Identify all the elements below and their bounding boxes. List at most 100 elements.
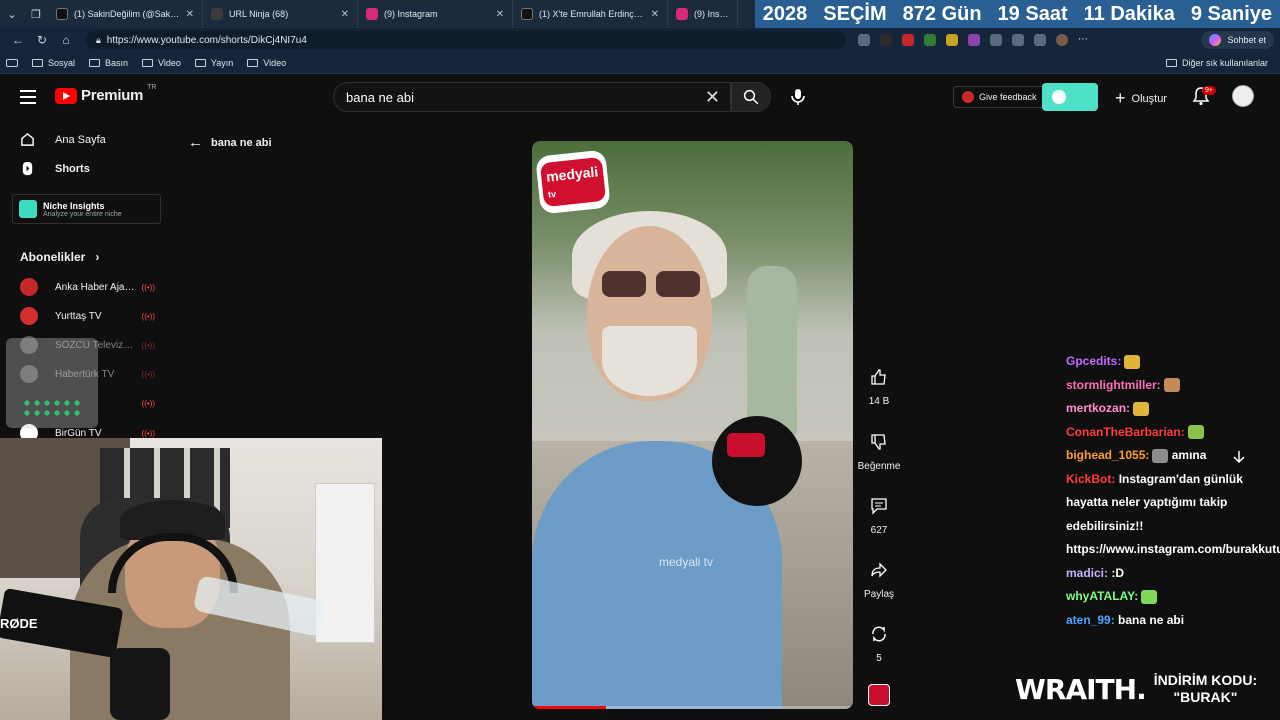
screen: ⌄ ❐ (1) SakinDeğilim (@SakinOlmaBu ✕ URL… bbox=[0, 0, 1280, 720]
notification-count-badge: 9+ bbox=[1202, 86, 1216, 95]
back-to-search-button[interactable]: ← bana ne abi bbox=[188, 134, 272, 151]
chat-username[interactable]: KickBot: bbox=[1066, 472, 1115, 486]
chat-username[interactable]: whyATALAY: bbox=[1066, 589, 1138, 603]
comment-count: 627 bbox=[870, 525, 888, 536]
extension-icon[interactable] bbox=[858, 34, 870, 46]
search-input[interactable]: bana ne abi ✕ bbox=[333, 82, 731, 112]
subscription-item[interactable]: Anka Haber Ajansı ((•)) bbox=[20, 278, 155, 296]
chat-text: bana ne abi bbox=[1118, 612, 1185, 627]
tab-list-chevron-icon[interactable]: ⌄ bbox=[0, 0, 24, 28]
bookmark-folder[interactable]: Video bbox=[142, 58, 181, 68]
split-screen-icon[interactable] bbox=[990, 34, 1002, 46]
chat-emote-icon bbox=[1133, 401, 1150, 416]
tab-title: URL Ninja (68) bbox=[229, 9, 289, 19]
give-feedback-button[interactable]: Give feedback bbox=[953, 86, 1046, 108]
chat-text: :D bbox=[1111, 565, 1125, 580]
back-arrow-icon[interactable]: ← bbox=[6, 33, 30, 47]
extension-icon[interactable] bbox=[902, 34, 914, 46]
video-person-sunglasses bbox=[602, 271, 702, 297]
x-logo-icon bbox=[56, 8, 68, 20]
stream-overlay-cup bbox=[6, 338, 98, 428]
clear-search-icon[interactable]: ✕ bbox=[705, 87, 720, 108]
shorts-video-player[interactable]: medyali tv medyali tv bbox=[532, 141, 853, 709]
extension-icon[interactable] bbox=[924, 34, 936, 46]
account-avatar[interactable] bbox=[1232, 85, 1254, 107]
thumbs-down-icon bbox=[871, 434, 886, 450]
dislike-button[interactable]: Beğenme bbox=[856, 433, 902, 472]
copilot-chat-button[interactable]: Sohbet et bbox=[1201, 31, 1274, 49]
microphone-brand-label: RØDE bbox=[0, 616, 38, 631]
bookmark-folder[interactable]: Sosyal bbox=[32, 58, 75, 68]
chat-scroll-down-arrow-icon[interactable] bbox=[1232, 450, 1246, 464]
niche-insights-card[interactable]: Niche Insights Analyze your entire niche bbox=[12, 194, 161, 224]
discount-code-value: "BURAK" bbox=[1173, 689, 1238, 705]
extension-icon[interactable] bbox=[968, 34, 980, 46]
browser-tab[interactable]: (1) SakinDeğilim (@SakinOlmaBu ✕ bbox=[48, 0, 203, 28]
refresh-icon[interactable]: ↻ bbox=[30, 33, 54, 47]
bookmark-folder[interactable]: Basın bbox=[89, 58, 128, 68]
create-button[interactable]: + Oluştur bbox=[1115, 88, 1167, 109]
bookmark-label: Basın bbox=[105, 57, 129, 68]
chat-message: stormlightmiller: bbox=[1066, 374, 1272, 398]
chat-username[interactable]: bighead_1055: bbox=[1066, 448, 1149, 462]
like-button[interactable]: 14 B bbox=[856, 368, 902, 407]
url-field[interactable]: 🔒︎ https://www.youtube.com/shorts/DikCj4… bbox=[86, 31, 846, 49]
chat-username[interactable]: madici: bbox=[1066, 566, 1108, 580]
live-indicator-icon: ((•)) bbox=[141, 369, 155, 379]
discount-code-block: İNDİRİM KODU: "BURAK" bbox=[1154, 672, 1257, 706]
browser-tab[interactable]: (9) Instagram ✕ bbox=[358, 0, 513, 28]
sidebar-item-label: Shorts bbox=[55, 162, 90, 175]
other-bookmarks-folder[interactable]: Diğer sık kullanılanlar bbox=[1165, 58, 1268, 68]
video-progress-bar[interactable] bbox=[532, 706, 853, 709]
copilot-chat-label: Sohbet et bbox=[1227, 35, 1266, 45]
browser-tab[interactable]: URL Ninja (68) ✕ bbox=[203, 0, 358, 28]
youtube-premium-logo[interactable]: Premium TR bbox=[55, 84, 157, 104]
sound-source-thumbnail[interactable] bbox=[868, 684, 890, 706]
search-button[interactable] bbox=[731, 82, 771, 112]
chat-username[interactable]: mertkozan: bbox=[1066, 401, 1130, 415]
bookmark-folder[interactable]: Video bbox=[247, 58, 286, 68]
countdown-hours: 19 Saat bbox=[997, 2, 1068, 25]
close-tab-icon[interactable]: ✕ bbox=[651, 9, 659, 20]
sidebar-item-home[interactable]: Ana Sayfa bbox=[20, 132, 106, 147]
close-tab-icon[interactable]: ✕ bbox=[341, 9, 349, 20]
streamer-webcam: RØDE bbox=[0, 438, 382, 720]
extension-icon[interactable] bbox=[946, 34, 958, 46]
countdown-minutes: 11 Dakika bbox=[1083, 2, 1175, 25]
share-button[interactable]: Paylaş bbox=[856, 561, 902, 600]
url-text: https://www.youtube.com/shorts/DikCj4NI7… bbox=[106, 34, 307, 46]
bookmark-label: Yayın bbox=[210, 57, 234, 68]
chat-username[interactable]: ConanTheBarbarian: bbox=[1066, 425, 1185, 439]
video-progress-fill bbox=[532, 706, 606, 709]
extension-icon[interactable] bbox=[880, 34, 892, 46]
browser-tab[interactable]: (1) X'te Emrullah Erdinç: " Uza ✕ bbox=[513, 0, 668, 28]
subscriptions-header[interactable]: Abonelikler › bbox=[20, 250, 99, 264]
microphone-logo bbox=[727, 433, 765, 457]
bookmark-folder[interactable]: Yayın bbox=[194, 57, 234, 68]
close-tab-icon[interactable]: ✕ bbox=[496, 9, 504, 20]
voice-search-mic-icon[interactable] bbox=[790, 88, 806, 106]
home-icon[interactable]: ⌂ bbox=[54, 33, 78, 47]
remix-button[interactable]: 5 bbox=[856, 625, 902, 664]
chat-username[interactable]: aten_99: bbox=[1066, 613, 1115, 627]
chat-message: ConanTheBarbarian: bbox=[1066, 421, 1272, 445]
profile-avatar-icon[interactable] bbox=[1056, 34, 1068, 46]
chat-username[interactable]: Gpcedits: bbox=[1066, 354, 1121, 368]
extension-toggle[interactable] bbox=[1042, 83, 1098, 111]
sidebar-item-shorts[interactable]: Shorts bbox=[20, 161, 90, 176]
collections-icon[interactable] bbox=[1034, 34, 1046, 46]
comments-button[interactable]: 627 bbox=[856, 497, 902, 536]
webcam-mic-stand bbox=[110, 648, 170, 720]
countdown-days: 872 Gün bbox=[902, 2, 982, 25]
workspaces-icon[interactable]: ❐ bbox=[24, 0, 48, 28]
close-tab-icon[interactable]: ✕ bbox=[186, 9, 194, 20]
more-menu-icon[interactable]: ⋯ bbox=[1078, 34, 1088, 46]
subscription-item[interactable]: Yurttaş TV ((•)) bbox=[20, 307, 155, 325]
menu-hamburger-icon[interactable] bbox=[20, 90, 36, 104]
favorites-star-icon[interactable] bbox=[1012, 34, 1024, 46]
browser-tab[interactable]: (9) Instagram bbox=[668, 0, 738, 28]
logo-region: TR bbox=[147, 84, 157, 91]
reading-list-icon[interactable] bbox=[6, 58, 18, 67]
search-icon bbox=[743, 89, 759, 105]
chat-username[interactable]: stormlightmiller: bbox=[1066, 378, 1161, 392]
